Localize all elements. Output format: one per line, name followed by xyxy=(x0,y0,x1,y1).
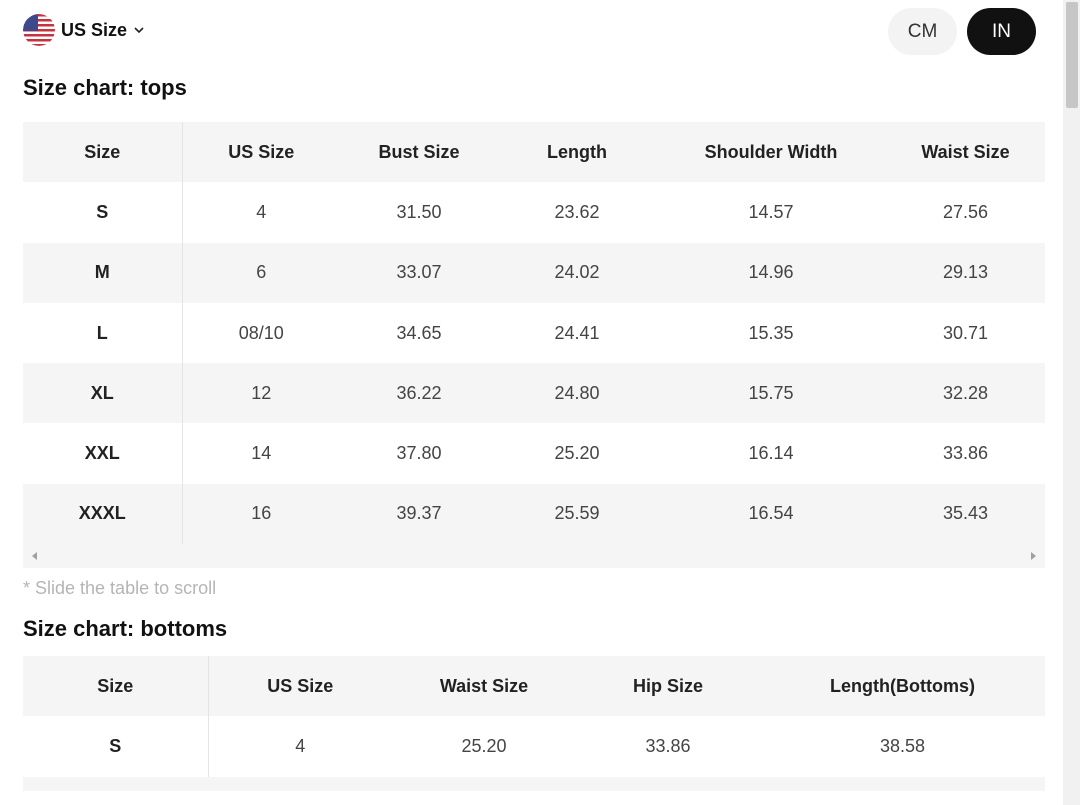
table-cell: 14 xyxy=(251,443,272,464)
tops-size-table: Size US Size Bust Size Length Shoulder W… xyxy=(23,122,1045,545)
column-header: Bust Size xyxy=(378,141,460,162)
column-header: Length xyxy=(547,141,607,162)
column-header: Shoulder Width xyxy=(704,141,838,162)
tops-table-container[interactable]: Size US Size Bust Size Length Shoulder W… xyxy=(23,122,1045,569)
table-cell: 23.62 xyxy=(554,201,600,222)
top-bar: US Size CM IN xyxy=(23,0,1045,62)
table-cell: 34.65 xyxy=(396,322,442,343)
table-row: XXXL 16 39.37 25.59 16.54 35.43 xyxy=(23,483,1045,545)
column-header: Waist Size xyxy=(921,141,1010,162)
size-system-label: US Size xyxy=(61,19,128,40)
vertical-scrollbar[interactable] xyxy=(1063,0,1080,805)
table-cell: 27.56 xyxy=(942,201,989,222)
table-cell: 39.37 xyxy=(396,503,442,524)
table-cell: 36.22 xyxy=(396,382,442,403)
column-header: Waist Size xyxy=(439,675,529,696)
table-cell: 25.20 xyxy=(461,736,507,757)
table-cell: 16 xyxy=(251,503,272,524)
table-cell: 29.13 xyxy=(942,262,989,283)
chevron-down-icon xyxy=(134,27,144,34)
table-cell: 08/10 xyxy=(238,322,284,343)
column-header: Hip Size xyxy=(632,675,703,696)
table-row: M 6 33.07 24.02 14.96 29.13 xyxy=(23,242,1045,303)
table-cell: 32.28 xyxy=(942,382,989,403)
scroll-right-arrow-icon[interactable] xyxy=(1031,552,1036,561)
table-row: XXL 14 37.80 25.20 16.14 33.86 xyxy=(23,423,1045,484)
table-cell: 15.35 xyxy=(748,322,794,343)
table-cell: S xyxy=(23,716,209,777)
table-cell: XXL xyxy=(23,423,183,484)
column-header: Size xyxy=(23,656,209,717)
table-cell: 4 xyxy=(295,736,306,757)
tops-section-title: Size chart: tops xyxy=(23,75,187,100)
us-flag-icon xyxy=(23,14,55,46)
size-system-dropdown[interactable]: US Size xyxy=(23,13,145,47)
table-cell: XL xyxy=(23,363,183,424)
table-cell: 38.58 xyxy=(879,736,926,757)
table-row: S 4 25.20 33.86 38.58 xyxy=(23,716,1045,777)
table-cell: 33.86 xyxy=(942,443,989,464)
table-cell: S xyxy=(23,182,183,243)
bottoms-table-container[interactable]: Size US Size Waist Size Hip Size Length(… xyxy=(23,656,1045,791)
table-cell: 4 xyxy=(256,201,267,222)
table-cell: 15.75 xyxy=(748,382,794,403)
column-header: Size xyxy=(23,122,183,183)
table-row xyxy=(23,776,1045,791)
unit-toggle: CM IN xyxy=(888,8,1036,55)
bottoms-section-title: Size chart: bottoms xyxy=(23,616,228,642)
column-header: Length(Bottoms) xyxy=(830,675,975,696)
tops-header-row: Size US Size Bust Size Length Shoulder W… xyxy=(23,122,1045,183)
table-cell: 31.50 xyxy=(396,201,442,222)
table-cell: 33.07 xyxy=(396,262,442,283)
table-row: S 4 31.50 23.62 14.57 27.56 xyxy=(23,182,1045,243)
unit-cm-button[interactable]: CM xyxy=(888,8,957,55)
unit-in-button[interactable]: IN xyxy=(967,8,1036,55)
table-row: L 08/10 34.65 24.41 15.35 30.71 xyxy=(23,302,1045,364)
scroll-left-arrow-icon[interactable] xyxy=(32,552,37,561)
table-cell: 33.86 xyxy=(645,736,691,757)
table-cell: 16.14 xyxy=(748,443,794,464)
table-cell: L xyxy=(23,302,183,364)
table-cell: 24.41 xyxy=(554,322,600,343)
bottoms-size-table: Size US Size Waist Size Hip Size Length(… xyxy=(23,656,1045,777)
column-header: US Size xyxy=(267,675,334,696)
horizontal-scrollbar[interactable] xyxy=(23,544,1045,569)
table-cell: 24.80 xyxy=(554,382,600,403)
scrollbar-thumb[interactable] xyxy=(1066,2,1078,108)
table-cell: 30.71 xyxy=(942,322,989,343)
table-cell: 14.96 xyxy=(748,262,794,283)
table-cell: 6 xyxy=(256,262,267,283)
table-cell: 37.80 xyxy=(396,443,442,464)
table-cell: 24.02 xyxy=(554,262,600,283)
table-row: XL 12 36.22 24.80 15.75 32.28 xyxy=(23,363,1045,424)
content: US Size CM IN Size chart: tops Size US S… xyxy=(23,0,1045,791)
table-cell: 14.57 xyxy=(748,201,794,222)
table-cell: 35.43 xyxy=(942,503,989,524)
column-header: US Size xyxy=(228,141,295,162)
table-cell: M xyxy=(23,242,183,303)
table-cell: XXXL xyxy=(23,483,183,545)
table-cell: 12 xyxy=(251,382,272,403)
size-chart-page: US Size CM IN Size chart: tops Size US S… xyxy=(0,0,1080,805)
table-cell: 25.20 xyxy=(554,443,600,464)
scroll-hint: * Slide the table to scroll xyxy=(23,578,217,599)
table-cell: 16.54 xyxy=(748,503,794,524)
bottoms-header-row: Size US Size Waist Size Hip Size Length(… xyxy=(23,656,1045,717)
table-cell: 25.59 xyxy=(554,503,600,524)
